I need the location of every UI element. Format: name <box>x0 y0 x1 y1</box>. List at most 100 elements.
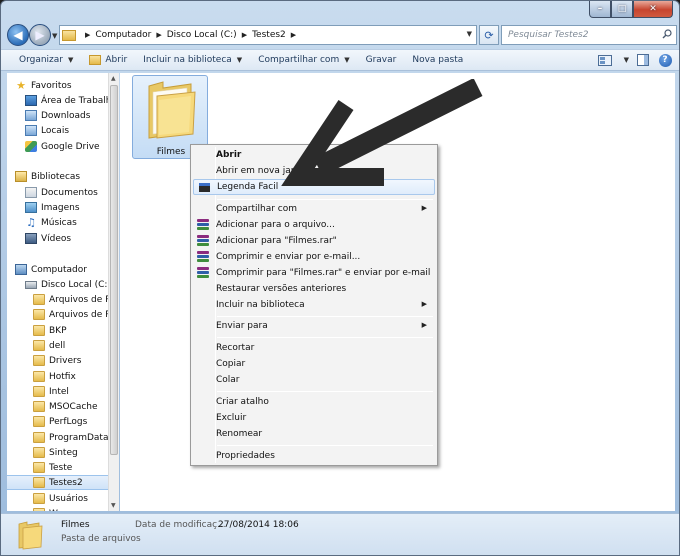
help-button[interactable]: ? <box>657 53 673 67</box>
nav-folder[interactable]: Hotfix <box>33 369 76 384</box>
preview-pane-button[interactable] <box>635 53 651 67</box>
include-library-menu[interactable]: Incluir na biblioteca ▼ <box>135 49 250 71</box>
winrar-icon <box>197 235 209 246</box>
nav-videos[interactable]: Vídeos <box>25 231 71 246</box>
burn-button[interactable]: Gravar <box>358 49 405 71</box>
menu-item-create-shortcut[interactable]: Criar atalho <box>193 394 435 410</box>
recent-pages-dropdown-icon[interactable]: ▼ <box>52 32 57 40</box>
menu-item-copy[interactable]: Copiar <box>193 356 435 372</box>
scroll-up-icon[interactable]: ▲ <box>111 75 116 82</box>
nav-documents[interactable]: Documentos <box>25 185 98 200</box>
chevron-right-icon[interactable]: ▶ <box>242 31 247 39</box>
menu-item-properties[interactable]: Propriedades <box>193 448 435 464</box>
folder-icon <box>89 55 102 65</box>
scroll-down-icon[interactable]: ▼ <box>111 502 116 509</box>
share-menu[interactable]: Compartilhar com ▼ <box>250 49 357 71</box>
nav-downloads[interactable]: Downloads <box>25 108 90 123</box>
scrollbar-thumb[interactable] <box>110 85 118 455</box>
nav-label: Músicas <box>41 217 77 228</box>
nav-folder[interactable]: PerfLogs <box>33 414 87 429</box>
menu-item-delete[interactable]: Excluir <box>193 410 435 426</box>
back-button[interactable]: ◀ <box>7 24 29 46</box>
nav-folder[interactable]: BKP <box>33 323 67 338</box>
menu-item-cut[interactable]: Recortar <box>193 340 435 356</box>
close-button[interactable]: ✕ <box>633 1 673 18</box>
search-placeholder: Pesquisar Testes2 <box>508 30 589 40</box>
nav-folder[interactable]: Arquivos de Pr <box>33 307 114 322</box>
menu-item-restore-versions[interactable]: Restaurar versões anteriores <box>193 281 435 297</box>
nav-local-disk[interactable]: Disco Local (C:) <box>25 277 111 292</box>
search-icon <box>662 29 672 39</box>
nav-images[interactable]: Imagens <box>25 200 80 215</box>
menu-item-label: Comprimir e enviar por e-mail... <box>216 252 361 262</box>
back-arrow-icon: ◀ <box>13 28 23 42</box>
chevron-right-icon[interactable]: ▶ <box>156 31 161 39</box>
chevron-right-icon[interactable]: ▶ <box>291 31 296 39</box>
menu-item-include-library[interactable]: Incluir na biblioteca ▶ <box>193 297 435 313</box>
menu-item-label: Compartilhar com <box>216 204 298 214</box>
minimize-icon: – <box>597 4 603 14</box>
nav-label: PerfLogs <box>49 416 88 427</box>
nav-libraries[interactable]: Bibliotecas <box>15 169 80 184</box>
menu-item-compress-rar-email[interactable]: Comprimir para "Filmes.rar" e enviar por… <box>193 265 435 281</box>
nav-folder[interactable]: dell <box>33 338 65 353</box>
nav-folder[interactable]: Teste <box>33 460 72 475</box>
chevron-right-icon[interactable]: ▶ <box>85 31 90 39</box>
nav-folder[interactable]: Intel <box>33 384 69 399</box>
nav-computer[interactable]: Computador <box>15 262 87 277</box>
menu-item-send-to[interactable]: Enviar para ▶ <box>193 318 435 334</box>
nav-folder[interactable]: ProgramData <box>33 430 108 445</box>
nav-folder[interactable]: Usuários <box>33 491 88 506</box>
nav-label: ProgramData <box>49 432 109 443</box>
change-view-button[interactable] <box>597 53 613 67</box>
nav-label: Usuários <box>49 493 88 504</box>
nav-folder-selected[interactable]: Testes2 <box>7 475 115 490</box>
address-row: ◀ ▶ ▼ ▶ Computador ▶ Disco Local (C:) ▶ … <box>1 21 679 47</box>
nav-folder[interactable]: Drivers <box>33 353 81 368</box>
open-button[interactable]: Abrir <box>81 49 135 71</box>
minimize-button[interactable]: – <box>589 1 611 18</box>
nav-label: Arquivos de Pr <box>49 294 115 305</box>
folder-icon <box>33 309 45 320</box>
details-type: Pasta de arquivos <box>61 534 141 544</box>
videos-icon <box>25 233 37 244</box>
view-controls: ▼ ? <box>597 53 673 67</box>
new-folder-button[interactable]: Nova pasta <box>404 49 471 71</box>
nav-folder[interactable]: Sinteg <box>33 445 78 460</box>
menu-item-compress-email[interactable]: Comprimir e enviar por e-mail... <box>193 249 435 265</box>
organize-label: Organizar <box>19 55 63 65</box>
nav-places[interactable]: Locais <box>25 123 69 138</box>
folder-icon <box>33 401 45 412</box>
menu-item-rename[interactable]: Renomear <box>193 426 435 442</box>
nav-label: Drivers <box>49 355 82 366</box>
organize-menu[interactable]: Organizar ▼ <box>11 49 81 71</box>
new-folder-label: Nova pasta <box>412 55 464 65</box>
breadcrumb-computer[interactable]: Computador <box>95 30 151 40</box>
forward-button[interactable]: ▶ <box>29 24 51 46</box>
folder-icon <box>18 521 43 550</box>
nav-google-drive[interactable]: Google Drive <box>25 139 100 154</box>
breadcrumb-testes2[interactable]: Testes2 <box>252 30 286 40</box>
menu-item-share[interactable]: Compartilhar com ▶ <box>193 201 435 217</box>
menu-item-add-archive[interactable]: Adicionar para o arquivo... <box>193 217 435 233</box>
star-icon: ★ <box>16 79 26 92</box>
nav-desktop[interactable]: Área de Trabalho <box>25 93 117 108</box>
address-bar[interactable]: ▶ Computador ▶ Disco Local (C:) ▶ Testes… <box>59 25 477 45</box>
breadcrumb-local-disk[interactable]: Disco Local (C:) <box>167 30 237 40</box>
nav-folder[interactable]: Arquivos de Pr <box>33 292 114 307</box>
nav-favorites[interactable]: ★ Favoritos <box>15 78 72 93</box>
address-history-dropdown-icon[interactable]: ▼ <box>467 30 472 38</box>
nav-label: Área de Trabalho <box>41 95 118 106</box>
menu-item-add-to-rar[interactable]: Adicionar para "Filmes.rar" <box>193 233 435 249</box>
nav-scrollbar[interactable]: ▲ ▼ <box>108 73 119 511</box>
search-input[interactable]: Pesquisar Testes2 <box>501 25 677 45</box>
nav-label: Intel <box>49 386 69 397</box>
nav-folder[interactable]: W <box>33 506 58 511</box>
nav-folder[interactable]: MSOCache <box>33 399 98 414</box>
maximize-button[interactable]: □ <box>611 1 633 18</box>
details-date-label: Data de modificaç... <box>135 520 226 530</box>
chevron-down-icon[interactable]: ▼ <box>624 56 629 64</box>
refresh-button[interactable]: ⟳ <box>479 25 499 45</box>
menu-item-paste[interactable]: Colar <box>193 372 435 388</box>
nav-music[interactable]: ♫ Músicas <box>25 215 77 230</box>
